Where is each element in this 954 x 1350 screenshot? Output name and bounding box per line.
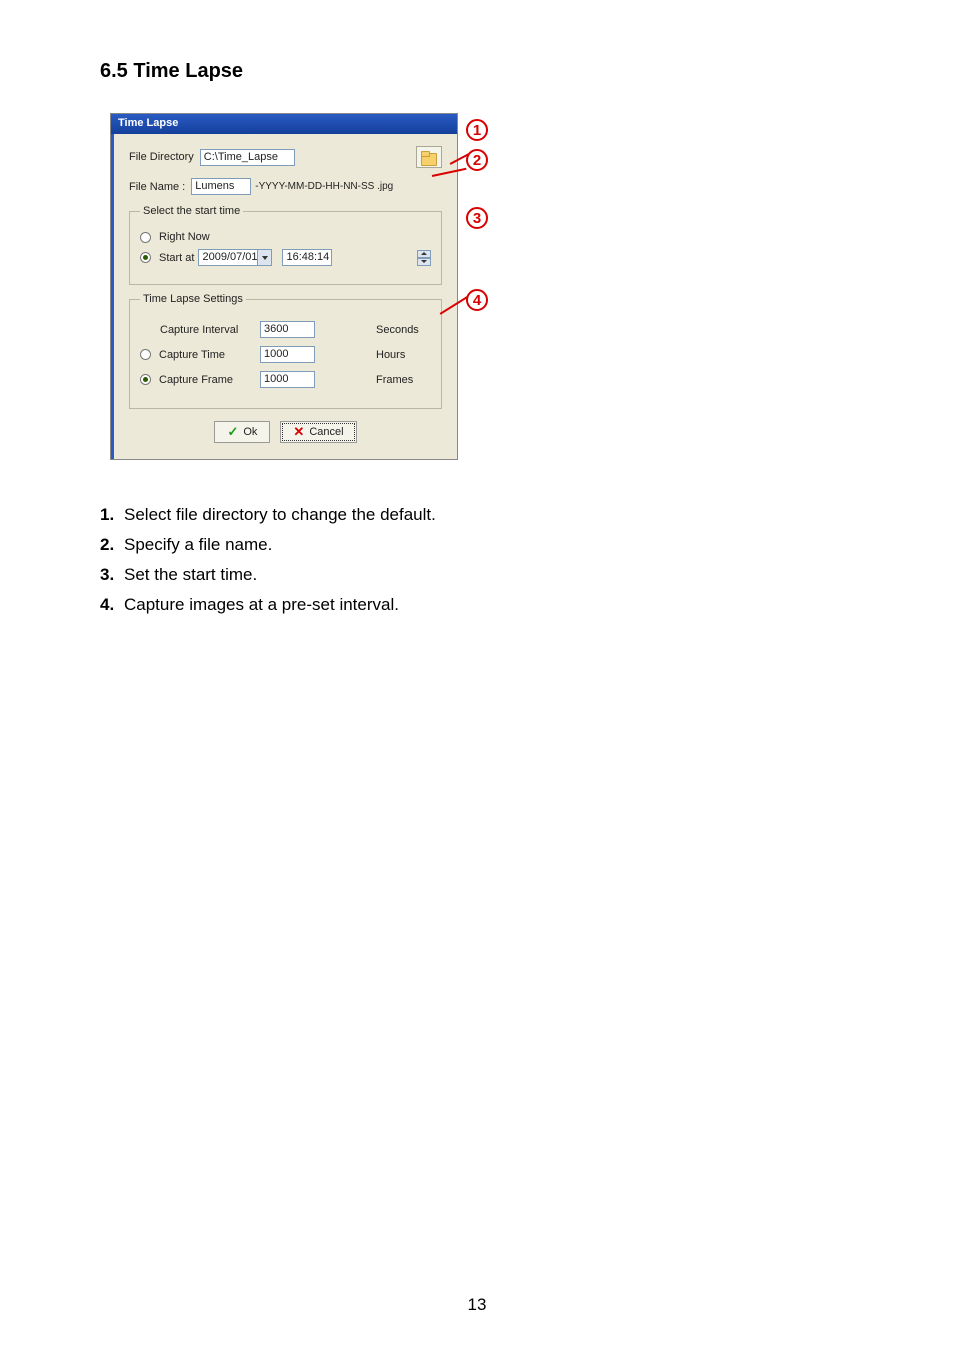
capture-time-label: Capture Time (159, 349, 225, 361)
date-value: 2009/07/01 (199, 250, 257, 265)
start-time-legend: Select the start time (140, 205, 243, 217)
list-item: 3.Set the start time. (100, 565, 854, 585)
time-spinner[interactable] (417, 250, 431, 266)
capture-interval-row: Capture Interval 3600 Seconds (140, 321, 431, 338)
list-item: 1.Select file directory to change the de… (100, 505, 854, 525)
date-dropdown[interactable]: 2009/07/01 (198, 249, 272, 266)
file-name-row: File Name : Lumens -YYYY-MM-DD-HH-NN-SS … (129, 178, 442, 195)
file-directory-label: File Directory (129, 151, 194, 163)
capture-frame-input[interactable]: 1000 (260, 371, 315, 388)
browse-folder-button[interactable] (416, 146, 442, 168)
capture-interval-unit: Seconds (376, 324, 431, 336)
callout-badge: 1 (466, 119, 488, 141)
section-heading: 6.5 Time Lapse (100, 60, 854, 83)
capture-time-unit: Hours (376, 349, 431, 361)
spinner-up-icon (417, 250, 431, 258)
file-name-label: File Name : (129, 181, 185, 193)
capture-frame-row: Capture Frame 1000 Frames (140, 371, 431, 388)
radio-start-at[interactable]: Start at 2009/07/01 16:48:14 (140, 249, 431, 266)
callout-badge: 2 (466, 149, 488, 171)
time-input[interactable]: 16:48:14 (282, 249, 332, 266)
capture-interval-label: Capture Interval (160, 324, 238, 336)
page-number: 13 (0, 1295, 954, 1315)
list-item: 2.Specify a file name. (100, 535, 854, 555)
capture-frame-unit: Frames (376, 374, 431, 386)
cancel-button[interactable]: ✕ Cancel (280, 421, 356, 443)
callout-badge: 3 (466, 207, 488, 229)
capture-frame-label: Capture Frame (159, 374, 233, 386)
time-lapse-dialog: Time Lapse File Directory C:\Time_Lapse … (110, 113, 458, 460)
spinner-down-icon (417, 258, 431, 266)
file-directory-row: File Directory C:\Time_Lapse (129, 146, 442, 168)
radio-icon (140, 252, 151, 263)
start-at-label: Start at (159, 252, 194, 264)
ok-button[interactable]: ✓ Ok (214, 421, 270, 443)
file-name-suffix: -YYYY-MM-DD-HH-NN-SS .jpg (255, 181, 393, 192)
button-row: ✓ Ok ✕ Cancel (129, 417, 442, 449)
capture-time-input[interactable]: 1000 (260, 346, 315, 363)
radio-icon[interactable] (140, 374, 151, 385)
radio-right-now[interactable]: Right Now (140, 231, 431, 243)
settings-group: Time Lapse Settings Capture Interval 360… (129, 293, 442, 409)
ok-label: Ok (243, 426, 257, 438)
chevron-down-icon (257, 250, 271, 265)
capture-time-row: Capture Time 1000 Hours (140, 346, 431, 363)
start-time-group: Select the start time Right Now Start at… (129, 205, 442, 285)
settings-legend: Time Lapse Settings (140, 293, 246, 305)
list-item: 4.Capture images at a pre-set interval. (100, 595, 854, 615)
file-directory-input[interactable]: C:\Time_Lapse (200, 149, 295, 166)
capture-interval-input[interactable]: 3600 (260, 321, 315, 338)
file-name-input[interactable]: Lumens (191, 178, 251, 195)
radio-icon[interactable] (140, 349, 151, 360)
dialog-wrapper: Time Lapse File Directory C:\Time_Lapse … (110, 113, 500, 460)
callout-badge: 4 (466, 289, 488, 311)
right-now-label: Right Now (159, 231, 210, 243)
check-icon: ✓ (227, 424, 238, 440)
instructions-list: 1.Select file directory to change the de… (100, 505, 854, 615)
cancel-label: Cancel (309, 426, 343, 438)
dialog-titlebar: Time Lapse (111, 114, 457, 134)
close-icon: ✕ (293, 424, 304, 440)
radio-icon (140, 232, 151, 243)
folder-icon (421, 151, 437, 164)
